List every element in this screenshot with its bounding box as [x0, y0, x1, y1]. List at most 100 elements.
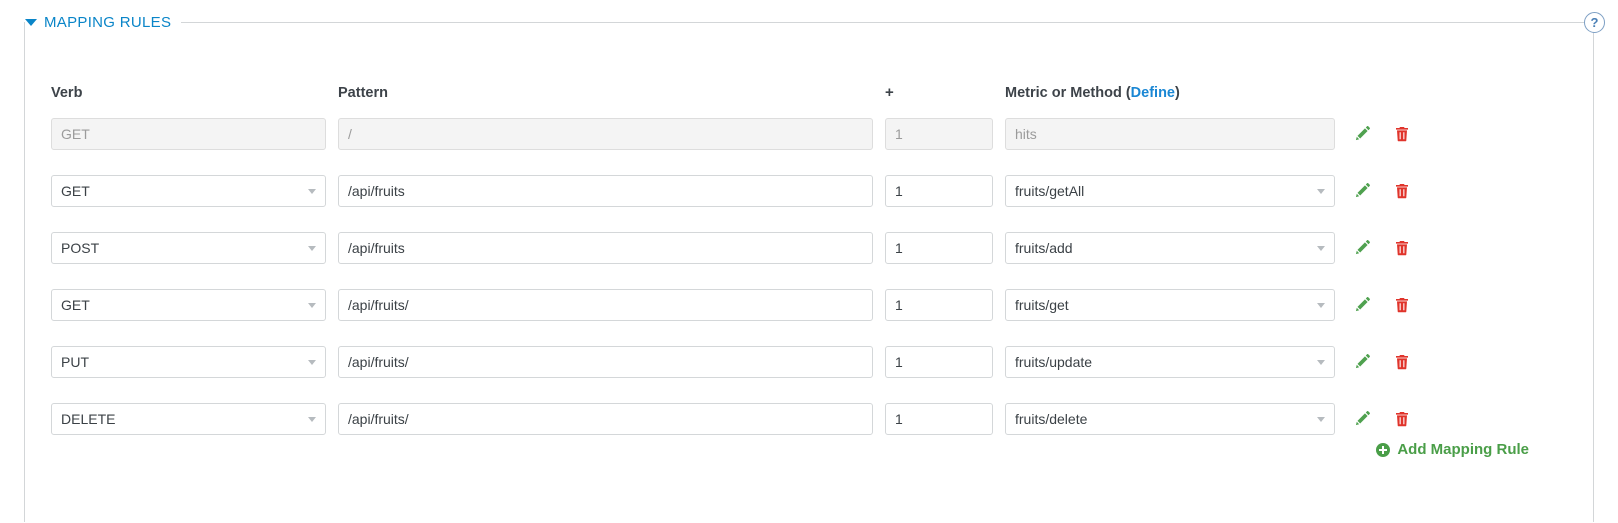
pencil-icon[interactable]	[1349, 292, 1375, 318]
chevron-down-icon	[1317, 302, 1325, 308]
cell-actions	[1349, 406, 1469, 432]
verb-value: POST	[61, 239, 100, 256]
verb-select[interactable]: POST	[51, 231, 326, 264]
cell-delta	[885, 231, 993, 264]
pencil-icon[interactable]	[1349, 349, 1375, 375]
mapping-rules-section: MAPPING RULES ? Verb Pattern + Metric or…	[24, 9, 1605, 522]
metric-value: fruits/delete	[1015, 410, 1088, 427]
trash-icon[interactable]	[1389, 235, 1415, 261]
column-header-metric: Metric or Method (Define)	[1005, 85, 1335, 105]
cell-pattern	[338, 174, 873, 207]
cell-delta	[885, 174, 993, 207]
pattern-input[interactable]	[338, 345, 873, 378]
trash-icon[interactable]	[1389, 178, 1415, 204]
pattern-input[interactable]	[338, 288, 873, 321]
table-body: GET fruits/getAll POST fruits/add GET fruits/…	[51, 162, 1551, 447]
chevron-down-icon	[308, 359, 316, 365]
verb-value: PUT	[61, 353, 89, 370]
cell-delta: 1	[885, 117, 993, 150]
pencil-icon[interactable]	[1349, 235, 1375, 261]
chevron-down-icon	[1317, 245, 1325, 251]
table-row-placeholder: GET / 1 hits	[51, 105, 1551, 162]
add-mapping-rule-button[interactable]: Add Mapping Rule	[1376, 441, 1529, 458]
verb-value: GET	[61, 125, 90, 142]
cell-pattern	[338, 288, 873, 321]
delta-input[interactable]	[885, 402, 993, 435]
add-mapping-rule-label: Add Mapping Rule	[1397, 441, 1529, 458]
delta-input[interactable]	[885, 345, 993, 378]
help-icon[interactable]: ?	[1584, 12, 1605, 33]
section-title: MAPPING RULES	[44, 13, 172, 31]
plus-circle-icon	[1376, 442, 1391, 457]
verb-value: GET	[61, 182, 90, 199]
metric-input-disabled: hits	[1005, 117, 1335, 150]
metric-select[interactable]: fruits/getAll	[1005, 174, 1335, 207]
metric-select[interactable]: fruits/get	[1005, 288, 1335, 321]
cell-pattern	[338, 402, 873, 435]
delta-input[interactable]	[885, 174, 993, 207]
pattern-value: /	[348, 125, 352, 142]
table-header-row: Verb Pattern + Metric or Method (Define)	[51, 59, 1551, 105]
cell-actions	[1349, 292, 1469, 318]
chevron-down-icon	[1317, 416, 1325, 422]
verb-select[interactable]: DELETE	[51, 402, 326, 435]
verb-select[interactable]: PUT	[51, 345, 326, 378]
metric-value: fruits/update	[1015, 353, 1093, 370]
delta-input[interactable]	[885, 288, 993, 321]
chevron-down-icon	[308, 188, 316, 194]
column-header-metric-prefix: Metric or Method (	[1005, 85, 1131, 101]
define-link[interactable]: Define	[1131, 85, 1175, 101]
cell-verb: GET	[51, 117, 326, 150]
column-header-pattern: Pattern	[338, 85, 388, 101]
cell-verb: POST	[51, 231, 326, 264]
column-header-metric-suffix: )	[1175, 85, 1180, 101]
trash-icon[interactable]	[1389, 406, 1415, 432]
metric-select[interactable]: fruits/update	[1005, 345, 1335, 378]
table-row: GET fruits/getAll	[51, 162, 1551, 219]
trash-icon[interactable]	[1389, 121, 1415, 147]
trash-icon[interactable]	[1389, 292, 1415, 318]
metric-select[interactable]: fruits/add	[1005, 231, 1335, 264]
table-row: PUT fruits/update	[51, 333, 1551, 390]
cell-actions	[1349, 349, 1469, 375]
cell-metric: fruits/getAll	[1005, 174, 1335, 207]
pattern-input-disabled: /	[338, 117, 873, 150]
cell-verb: GET	[51, 288, 326, 321]
add-mapping-rule-wrap: Add Mapping Rule	[51, 441, 1529, 462]
cell-metric: hits	[1005, 117, 1335, 150]
delta-value: 1	[895, 125, 903, 142]
column-header-verb: Verb	[51, 85, 83, 101]
pencil-icon[interactable]	[1349, 121, 1375, 147]
cell-delta	[885, 288, 993, 321]
metric-select[interactable]: fruits/delete	[1005, 402, 1335, 435]
verb-select[interactable]: GET	[51, 288, 326, 321]
caret-down-icon[interactable]	[25, 18, 37, 26]
cell-metric: fruits/update	[1005, 345, 1335, 378]
verb-input-disabled: GET	[51, 117, 326, 150]
cell-metric: fruits/add	[1005, 231, 1335, 264]
verb-value: GET	[61, 296, 90, 313]
table-row: DELETE fruits/delete	[51, 390, 1551, 447]
chevron-down-icon	[308, 245, 316, 251]
metric-value: hits	[1015, 125, 1037, 142]
metric-value: fruits/getAll	[1015, 182, 1085, 199]
pattern-input[interactable]	[338, 174, 873, 207]
verb-select[interactable]: GET	[51, 174, 326, 207]
pencil-icon[interactable]	[1349, 406, 1375, 432]
cell-delta	[885, 402, 993, 435]
mapping-rules-table: Verb Pattern + Metric or Method (Define)…	[51, 59, 1551, 447]
chevron-down-icon	[308, 416, 316, 422]
cell-verb: GET	[51, 174, 326, 207]
cell-verb: DELETE	[51, 402, 326, 435]
pattern-input[interactable]	[338, 402, 873, 435]
cell-actions	[1349, 235, 1469, 261]
metric-value: fruits/get	[1015, 296, 1069, 313]
pencil-icon[interactable]	[1349, 178, 1375, 204]
delta-input-disabled: 1	[885, 117, 993, 150]
cell-pattern	[338, 231, 873, 264]
trash-icon[interactable]	[1389, 349, 1415, 375]
cell-actions	[1349, 178, 1469, 204]
section-legend[interactable]: MAPPING RULES	[25, 9, 182, 35]
pattern-input[interactable]	[338, 231, 873, 264]
delta-input[interactable]	[885, 231, 993, 264]
